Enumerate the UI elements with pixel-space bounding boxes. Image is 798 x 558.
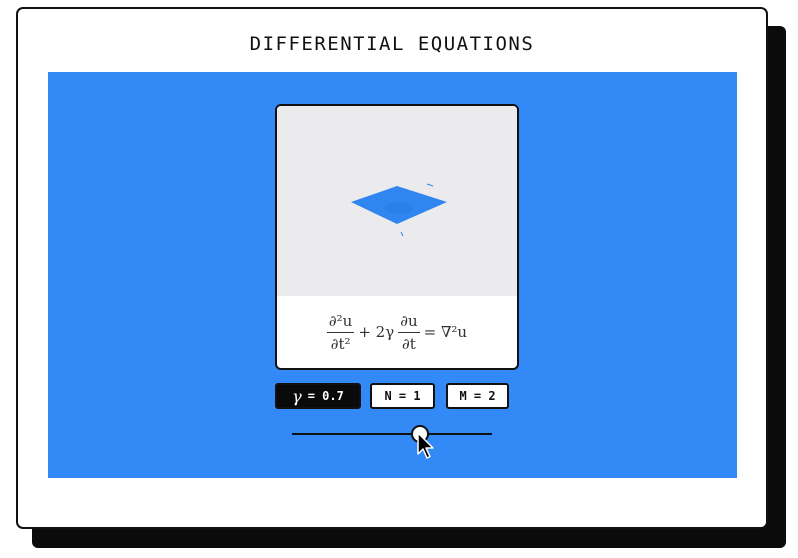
n-button[interactable]: N = 1	[370, 383, 435, 409]
slider-track[interactable]	[292, 433, 492, 435]
equation-display: ∂²u ∂t² + 2γ ∂u ∂t = ∇²u	[277, 296, 517, 368]
frac1-numerator: ∂²u	[326, 312, 355, 333]
gamma-button[interactable]: γ = 0.7	[275, 383, 361, 409]
frac1-denominator: ∂t²	[330, 334, 351, 353]
gamma-symbol: γ	[292, 386, 302, 406]
equation-fraction-1: ∂²u ∂t²	[326, 312, 355, 353]
arrow-pointer-icon	[417, 432, 434, 459]
m-label: M = 2	[459, 389, 496, 403]
surface-edge-right	[426, 183, 434, 187]
gamma-slider[interactable]	[292, 424, 492, 459]
equation-rhs: = ∇²u	[423, 323, 468, 341]
m-button[interactable]: M = 2	[446, 383, 509, 409]
parameter-controls: γ = 0.7 N = 1 M = 2	[275, 383, 515, 409]
frac2-denominator: ∂t	[402, 334, 416, 353]
n-label: N = 1	[384, 389, 421, 403]
wave-surface-plot[interactable]	[277, 106, 517, 296]
frac2-numerator: ∂u	[398, 312, 420, 333]
equation-middle-term: + 2γ	[358, 323, 395, 341]
app-stage: DIFFERENTIAL EQUATIONS ∂²u ∂t² + 2γ ∂u ∂…	[0, 0, 798, 558]
blue-panel: ∂²u ∂t² + 2γ ∂u ∂t = ∇²u γ = 0.7 N = 1 M…	[48, 72, 737, 478]
surface-svg	[351, 183, 447, 237]
equation-fraction-2: ∂u ∂t	[398, 312, 420, 353]
membrane-highlight	[385, 202, 413, 214]
gamma-label: = 0.7	[307, 389, 344, 403]
surface-edge-bottom	[400, 231, 404, 237]
page-title: DIFFERENTIAL EQUATIONS	[249, 33, 535, 55]
main-card: DIFFERENTIAL EQUATIONS ∂²u ∂t² + 2γ ∂u ∂…	[16, 7, 768, 529]
visualization-card: ∂²u ∂t² + 2γ ∂u ∂t = ∇²u	[275, 104, 519, 370]
